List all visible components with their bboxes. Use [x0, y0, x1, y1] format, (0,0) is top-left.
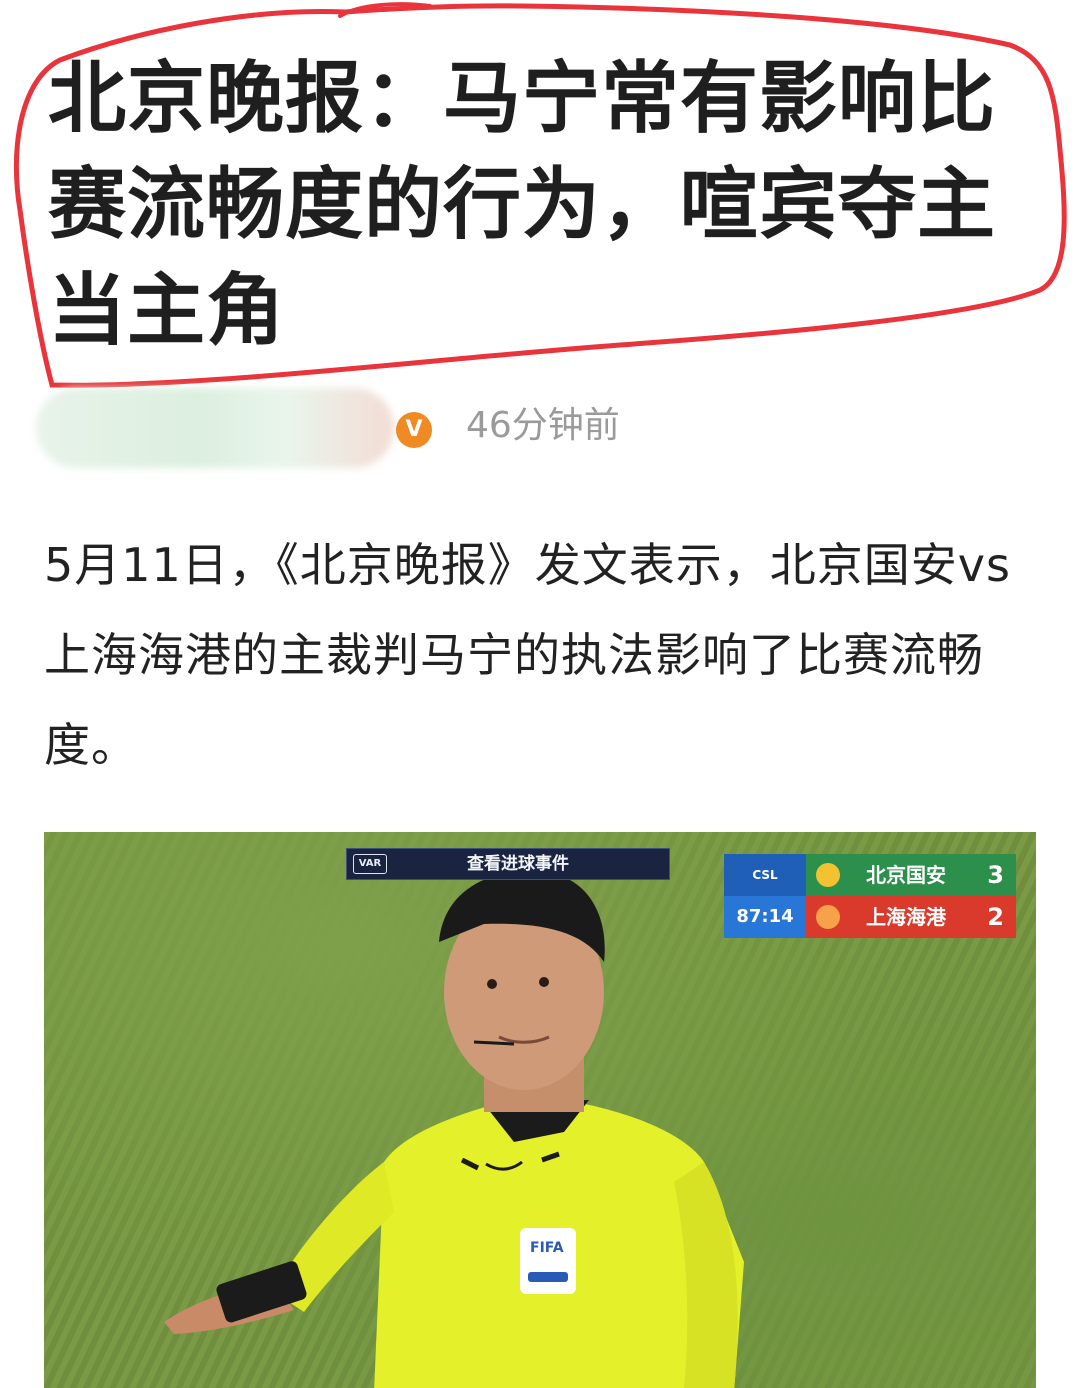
- away-team-score: 2: [987, 903, 1004, 931]
- article-headline[interactable]: 北京晚报：马宁常有影响比赛流畅度的行为，喧宾夺主当主角: [48, 46, 1038, 364]
- match-clock: 87:14: [724, 896, 806, 938]
- article-body-paragraph: 5月11日，《北京晚报》发文表示，北京国安vs上海海港的主裁判马宁的执法影响了比…: [44, 538, 1011, 772]
- var-tag: VAR: [353, 854, 387, 874]
- var-banner-title: 查看进球事件: [467, 854, 569, 874]
- var-review-banner: VAR 查看进球事件: [346, 848, 670, 880]
- away-team-row: 上海海港 2: [806, 896, 1016, 938]
- away-team-crest-icon: [816, 905, 840, 929]
- home-team-name: 北京国安: [866, 863, 946, 887]
- away-team-name: 上海海港: [866, 905, 946, 929]
- csl-league-logo: CSL: [724, 854, 806, 896]
- publish-time: 46分钟前: [466, 405, 620, 446]
- home-team-crest-icon: [816, 863, 840, 887]
- match-video-frame[interactable]: FIFA VAR 查看进球事件 CSL 87:14 北京国安 3 上海海港 2: [44, 832, 1036, 1388]
- fifa-patch-text: FIFA: [530, 1240, 564, 1256]
- author-name-blurred: [36, 388, 394, 468]
- scoreboard: CSL 87:14 北京国安 3 上海海港 2: [724, 854, 1016, 938]
- home-team-row: 北京国安 3: [806, 854, 1016, 896]
- home-team-score: 3: [987, 861, 1004, 889]
- verified-badge-icon: V: [396, 412, 432, 448]
- article-page: 北京晚报：马宁常有影响比赛流畅度的行为，喧宾夺主当主角 V 46分钟前 5月11…: [0, 0, 1076, 1388]
